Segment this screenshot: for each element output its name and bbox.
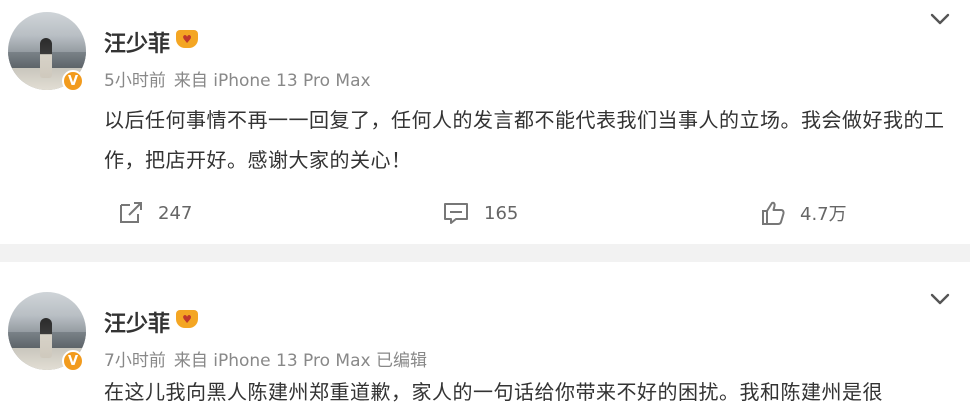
chevron-down-icon[interactable]	[928, 10, 952, 28]
post-source: 来自 iPhone 13 Pro Max 已编辑	[173, 351, 427, 371]
post-divider	[0, 244, 970, 262]
post-time[interactable]: 5小时前	[104, 71, 166, 91]
post-content: 以后任何事情不再一一回复了，任何人的发言都不能代表我们当事人的立场。我会做好我的…	[104, 108, 945, 172]
comment-button[interactable]: 165	[442, 198, 518, 228]
level-badge-icon[interactable]: ♥	[176, 30, 198, 48]
verified-icon: V	[62, 70, 84, 92]
avatar-person	[40, 318, 52, 358]
post-meta: 7小时前 来自 iPhone 13 Pro Max 已编辑	[104, 346, 435, 371]
weibo-post: V 汪少菲 ♥ 7小时前 来自 iPhone 13 Pro Max 已编辑 在这儿…	[0, 262, 970, 402]
like-count: 4.7万	[800, 204, 847, 225]
repost-button[interactable]: 247	[118, 198, 192, 228]
post-content: 在这儿我向黑人陈建州郑重道歉，家人的一句话给你带来不好的困扰。我和陈建州是很	[104, 380, 883, 402]
chevron-down-icon[interactable]	[928, 290, 952, 308]
comment-icon	[444, 203, 468, 224]
level-badge-icon[interactable]: ♥	[176, 310, 198, 328]
post-source: 来自 iPhone 13 Pro Max	[173, 71, 371, 91]
repost-count: 247	[158, 202, 193, 224]
verified-icon: V	[62, 350, 84, 372]
post-time[interactable]: 7小时前	[104, 351, 166, 371]
username[interactable]: 汪少菲	[104, 26, 170, 58]
post-meta: 5小时前 来自 iPhone 13 Pro Max	[104, 66, 379, 91]
like-button[interactable]: 4.7万	[760, 198, 847, 228]
avatar-person	[40, 38, 52, 78]
weibo-post: V 汪少菲 ♥ 5小时前 来自 iPhone 13 Pro Max 以后任何事情不…	[0, 0, 970, 244]
comment-count: 165	[484, 202, 519, 224]
weibo-feed: V 汪少菲 ♥ 5小时前 来自 iPhone 13 Pro Max 以后任何事情不…	[0, 0, 970, 402]
username[interactable]: 汪少菲	[104, 306, 170, 338]
like-icon	[762, 201, 785, 225]
repost-icon	[120, 202, 142, 223]
